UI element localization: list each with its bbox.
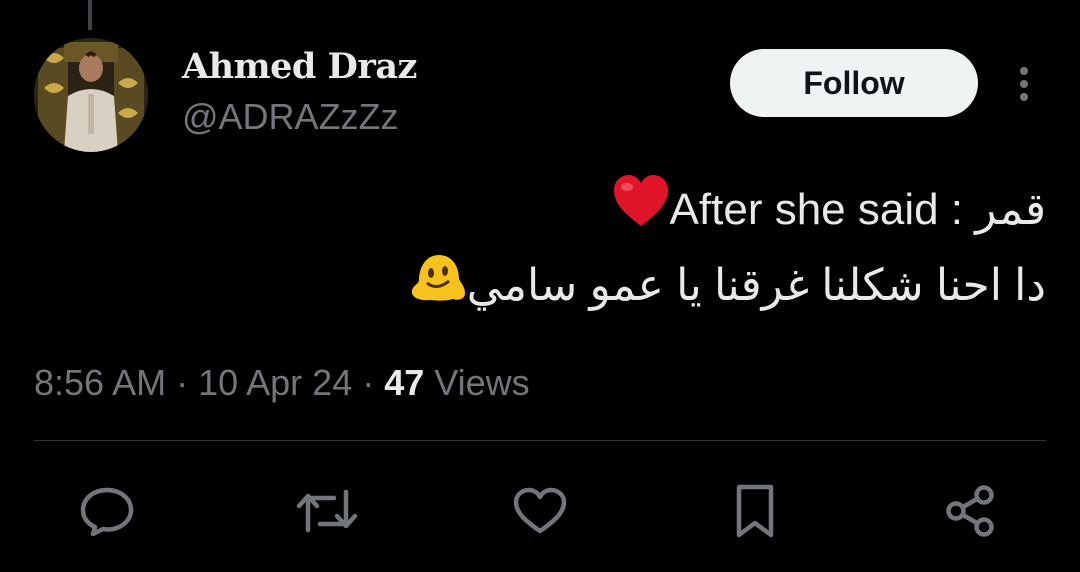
author-handle[interactable]: @ADRAZzZz [182, 96, 399, 138]
avatar[interactable] [34, 38, 148, 152]
tweet-time[interactable]: 8:56 AM [34, 362, 166, 403]
thread-connector-line [88, 0, 92, 30]
tweet-meta: 8:56 AM · 10 Apr 24 · 47 Views [34, 362, 530, 404]
tweet-line-2: دا احنا شكلنا غرقنا يا عمو سامي [286, 250, 1046, 324]
tweet-detail: Ahmed Draz @ADRAZzZz Follow After she sa… [0, 0, 1080, 572]
meta-separator: · [166, 362, 199, 403]
bookmark-button[interactable] [720, 476, 790, 546]
share-button[interactable] [935, 476, 1005, 546]
author-display-name[interactable]: Ahmed Draz [182, 46, 417, 87]
reply-icon [80, 487, 134, 536]
views-count[interactable]: 47 [384, 362, 424, 403]
melting-face-emoji [409, 253, 467, 325]
action-bar [0, 476, 1080, 546]
reply-button[interactable] [72, 476, 142, 546]
follow-button[interactable]: Follow [730, 49, 978, 117]
views-label: Views [424, 362, 530, 403]
heart-icon [513, 487, 567, 534]
meta-separator: · [352, 362, 385, 403]
repost-button[interactable] [292, 476, 362, 546]
bookmark-icon [736, 484, 774, 538]
divider [34, 440, 1046, 441]
red-heart-emoji [612, 174, 670, 250]
more-vertical-icon [1020, 67, 1028, 101]
tweet-line-1: After she said : قمر [286, 174, 1046, 250]
repost-icon [296, 489, 358, 533]
tweet-date[interactable]: 10 Apr 24 [198, 362, 352, 403]
share-icon [946, 485, 994, 537]
like-button[interactable] [505, 476, 575, 546]
tweet-text: After she said : قمر دا احنا شكلنا غرقنا… [286, 174, 1046, 325]
tweet-line-1-text: After she said : قمر [669, 185, 1046, 234]
more-options-button[interactable] [1008, 64, 1040, 104]
tweet-line-2-text: دا احنا شكلنا غرقنا يا عمو سامي [466, 261, 1046, 311]
